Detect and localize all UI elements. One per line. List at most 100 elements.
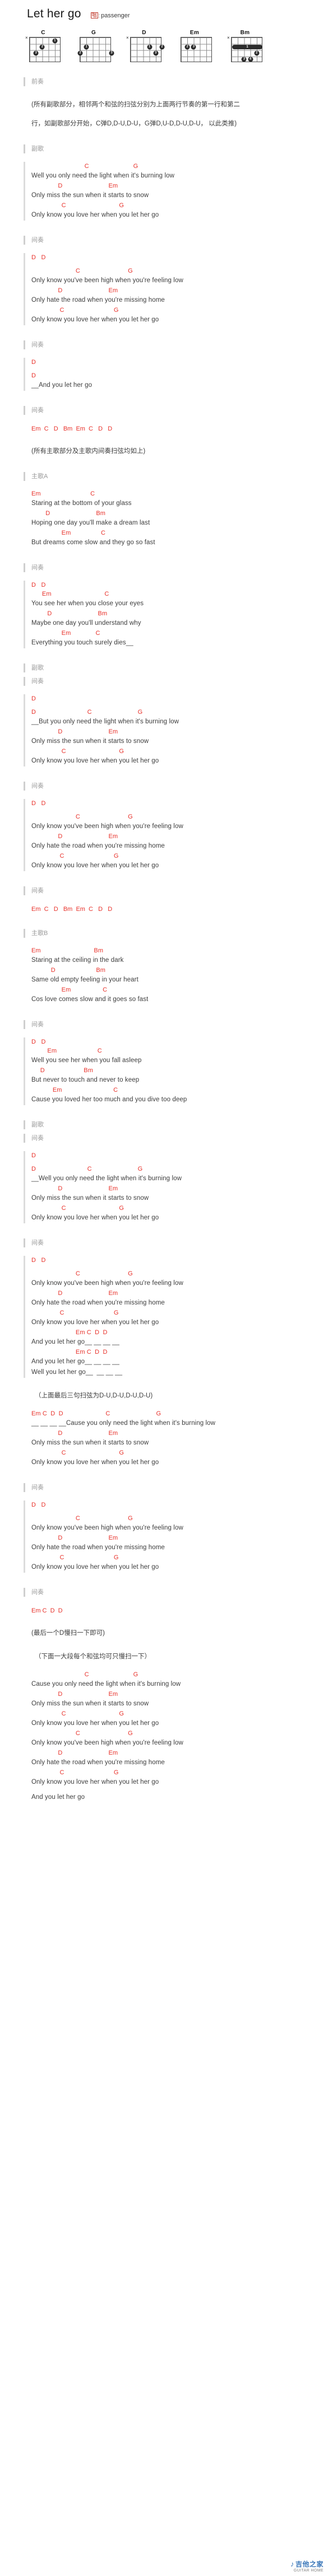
final-d-note: (最后一个D慢扫一下即可)	[31, 1630, 105, 1637]
section-label-verse-b-1: 主歌B	[24, 928, 328, 938]
finger-dot: 3	[153, 50, 159, 56]
fret-grid: 1 23	[29, 37, 61, 62]
chord-line: D D	[31, 582, 46, 588]
chord-line: C G	[31, 268, 133, 274]
chord-line: Em C	[31, 591, 109, 597]
chord-diagram-row: C × 1 2 3 G 1 2 3 D × 1 2 3 Em 2 3 Bm × 1 2 3 4	[0, 20, 328, 62]
lyric-line: Only hate the road when you're missing h…	[31, 1299, 165, 1306]
lyric-line: __ __ __ __Cause you only need the light…	[31, 1420, 216, 1427]
chord-line: D Em	[31, 728, 118, 735]
lyric-line: Staring at the bottom of your glass	[31, 500, 132, 507]
fretboard: 12 3	[75, 37, 114, 62]
chord-line: Em C	[31, 1048, 102, 1054]
lyric-block-chorus-4: D D C G Only know you've been high when y…	[24, 799, 328, 871]
lyric-block-verse-a-1: Em C Staring at the bottom of your glass …	[24, 489, 328, 548]
section-label-interlude-6: 间奏	[24, 781, 328, 791]
chord-diagram-g: G 12 3	[75, 30, 114, 62]
chord-line: Em C	[31, 630, 100, 637]
mute-string-icon: ×	[126, 35, 129, 40]
chord-diagram-c: C × 1 2 3	[25, 30, 62, 62]
lyric-line: Only know you love her when you let her …	[31, 1214, 159, 1221]
section-label-interlude-10: 间奏	[24, 1238, 328, 1248]
chord-line: D Em	[31, 1691, 118, 1698]
chord-line: D C G	[31, 709, 143, 716]
chord-line: C G	[31, 1310, 119, 1316]
line-spacer	[31, 1160, 328, 1165]
bottom-spacer	[0, 1803, 328, 1815]
finger-dot: 2	[159, 44, 165, 50]
chord-line: C G	[31, 814, 133, 820]
chord-line: D	[31, 372, 36, 379]
chord-line: Em C D D	[31, 1349, 108, 1355]
lyric-line: Only know you love her when you let her …	[31, 212, 159, 218]
line-spacer	[31, 367, 328, 371]
verse-strum-note: (所有主歌部分及主歌内间奏扫弦均如上)	[31, 448, 146, 455]
chord-line: D Bm	[31, 1067, 93, 1074]
lyric-block-chorus-7: Em C D D C G __ __ __ __Cause you only ne…	[24, 1409, 328, 1468]
chord-line: C G	[31, 1769, 119, 1776]
music-note-icon: ♪	[290, 2560, 294, 2568]
lyric-line: Maybe one day you'll understand why	[31, 620, 141, 627]
artist-name: passenger	[101, 12, 130, 19]
lyric-block-verse-b-1: Em Bm Staring at the ceiling in the dark …	[24, 946, 328, 1005]
chord-line: D C G	[31, 1166, 143, 1172]
finger-dot: 3	[109, 50, 114, 56]
line-spacer	[31, 1509, 328, 1514]
lyric-line: Only hate the road when you're missing h…	[31, 1544, 165, 1551]
lyric-line: __Well you only need the light when it's…	[31, 1175, 182, 1182]
chord-line: D Em	[31, 1290, 118, 1297]
chord-diagram-d: D × 1 2 3	[126, 30, 165, 62]
lyric-line: Cause you loved her too much and you div…	[31, 1096, 187, 1103]
lyric-line: Only hate the road when you're missing h…	[31, 297, 165, 303]
lyric-line: Only hate the road when you're missing h…	[31, 843, 165, 849]
chord-line: Em C	[31, 530, 106, 536]
line-spacer	[31, 703, 328, 708]
chord-line: D D	[31, 1502, 46, 1508]
chord-diagram-label: D	[142, 30, 146, 36]
section-label-interlude-7: 间奏	[24, 886, 328, 896]
lyric-line: Staring at the ceiling in the dark	[31, 957, 124, 964]
last-three-lines-note: （上面最后三句扫弦为D-U,D-U,D-U,D-U)	[35, 1392, 153, 1399]
watermark-text: 吉他之家	[295, 2560, 324, 2568]
chord-line: D Em	[31, 287, 118, 294]
sheet-body: 前奏 (所有副歌部分，相邻两个和弦的扫弦分别为上面两行节奏的第一行和第二 行，如…	[0, 77, 328, 1815]
chord-line: C G	[31, 1270, 133, 1277]
chord-line: C G	[31, 1515, 133, 1522]
section-label-interlude-3: 间奏	[24, 405, 328, 415]
lyric-line: Only know you love her when you let her …	[31, 1720, 159, 1727]
lyric-block-verse-a-2: D D Em C You see her when you close your …	[24, 581, 328, 648]
strum-note-line-1: (所有副歌部分，相邻两个和弦的扫弦分别为上面两行节奏的第一行和第二	[31, 101, 240, 108]
line-spacer	[31, 262, 328, 267]
chord-line: Em C	[31, 490, 95, 497]
fretboard: × 1 2 3	[126, 35, 165, 62]
lyric-line: Only know you love her when you let her …	[31, 862, 159, 869]
chord-line: D Em	[31, 1185, 118, 1192]
lyric-block-chorus-1: C G Well you only need the light when it'…	[24, 162, 328, 221]
fretboard: × 1 2 3 4	[227, 36, 264, 62]
fret-grid: 23	[181, 37, 212, 62]
chord-run-interlude-1: Em C D Bm Em C D D	[31, 426, 113, 432]
chord-diagram-label: C	[41, 30, 45, 36]
line-spacer	[31, 1265, 328, 1269]
lyric-line: Only hate the road when you're missing h…	[31, 1759, 165, 1766]
lyric-line: Everything you touch surely dies__	[31, 639, 133, 646]
chord-line: D D	[31, 1039, 46, 1045]
chord-line: C G	[31, 748, 124, 755]
chord-line: Em C	[31, 987, 108, 993]
lyric-block-final-chorus: C G Cause you only need the light when it…	[24, 1670, 328, 1803]
lyric-line: Only know you love her when you let her …	[31, 758, 159, 764]
chord-line: D D	[31, 800, 46, 807]
chord-line: C G	[31, 1730, 133, 1737]
lyric-line: Only know you love her when you let her …	[31, 1564, 159, 1570]
lyric-line: Only know you love her when you let her …	[31, 1319, 159, 1326]
lyric-line: And you let her go	[31, 1794, 85, 1801]
lyric-line: But never to touch and never to keep	[31, 1077, 140, 1083]
line-spacer	[31, 1788, 328, 1792]
lyric-line: You see her when you close your eyes	[31, 600, 144, 607]
chord-sheet-page: Let her go 唱 : passenger C × 1 2 3 G 1 2 3 D × 1 2 3 E…	[0, 0, 328, 2576]
lyric-line: Cause you only need the light when it's …	[31, 1681, 181, 1687]
chord-line: D Bm	[31, 967, 106, 974]
lyric-line: Well you only need the light when it's b…	[31, 172, 175, 179]
chord-line: D Em	[31, 1750, 118, 1756]
lyric-line: Hoping one day you'll make a dream last	[31, 520, 150, 526]
